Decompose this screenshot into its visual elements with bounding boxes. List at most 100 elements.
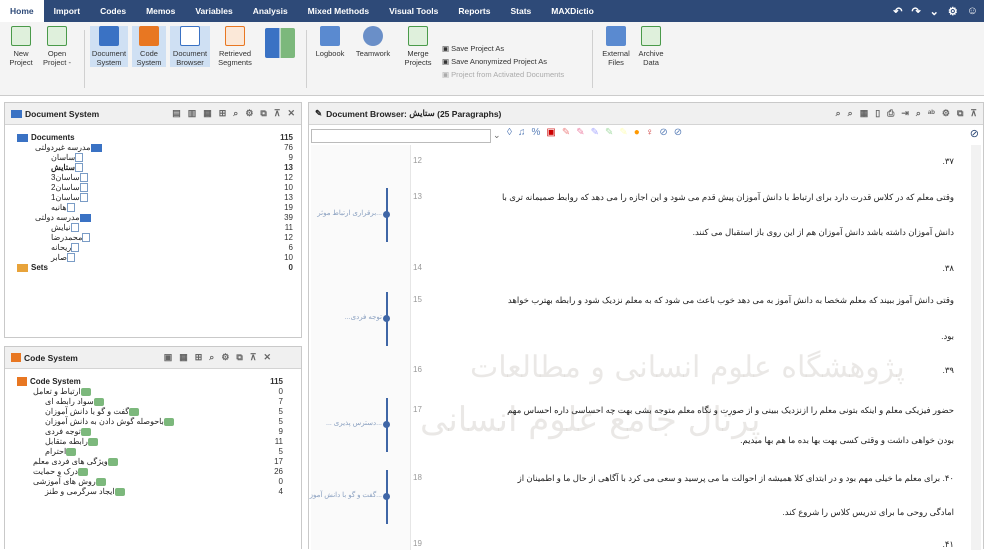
document-tree-row[interactable]: ستایش 13	[5, 163, 301, 173]
document-tree-row[interactable]: صابر 10	[5, 253, 301, 263]
document-tree-row[interactable]: هانیه 19	[5, 203, 301, 213]
save-project-as-button[interactable]: ▣ Save Project As	[442, 44, 504, 53]
search-icon[interactable]: ⌕	[916, 108, 921, 119]
highlighter-icon[interactable]: ✎	[562, 127, 576, 138]
pin-icon[interactable]: ⊼	[274, 108, 281, 119]
pin-icon[interactable]: ⊼	[250, 352, 257, 363]
document-browser-button[interactable]: Document Browser	[170, 26, 210, 67]
menu-tab-codes[interactable]: Codes	[90, 0, 136, 22]
emoticon-icon[interactable]: ●	[634, 127, 646, 138]
layout-grid-button[interactable]	[260, 28, 300, 61]
menu-tab-maxdictio[interactable]: MAXDictio	[541, 0, 604, 22]
menu-tab-stats[interactable]: Stats	[501, 0, 542, 22]
menu-tab-analysis[interactable]: Analysis	[243, 0, 298, 22]
document-text-line[interactable]: ۴۰. برای معلم ما خیلی مهم بود و در ابتدا…	[518, 473, 954, 484]
document-text-line[interactable]: وقتی معلم که در کلاس قدرت دارد برای ارتب…	[502, 192, 954, 203]
coding-marker[interactable]	[383, 211, 390, 218]
search-icon[interactable]: ⌕	[848, 108, 853, 119]
menu-tab-memos[interactable]: Memos	[136, 0, 185, 22]
new-project-button[interactable]: New Project	[4, 26, 38, 67]
close-icon[interactable]: ✕	[287, 108, 295, 119]
document-text-line[interactable]: حضور فیزیکی معلم و اینکه بتونی معلم را ا…	[507, 405, 954, 416]
code-dropdown[interactable]	[311, 129, 491, 143]
save-anonymized-button[interactable]: ▣ Save Anonymized Project As	[442, 57, 547, 66]
undock-icon[interactable]: ⧉	[236, 352, 242, 363]
in-vivo-icon[interactable]: ♫	[518, 127, 532, 138]
undock-icon[interactable]: ⧉	[957, 108, 963, 119]
menu-tab-home[interactable]: Home	[0, 0, 44, 22]
filter-icon[interactable]: ▦	[203, 108, 212, 119]
document-tree-row[interactable]: ساسان1 13	[5, 193, 301, 203]
search-icon[interactable]: ⌕	[233, 108, 238, 119]
code-tree-row[interactable]: ایجاد سرگرمی و طنز 4	[5, 487, 301, 497]
color-code-icon[interactable]: ▣	[546, 127, 561, 138]
document-system-button[interactable]: Document System	[90, 26, 128, 67]
code-system-button[interactable]: Code System	[132, 26, 166, 67]
document-text-line[interactable]: ۴۱.	[942, 539, 954, 550]
percent-icon[interactable]: %	[531, 127, 546, 138]
document-tree-row[interactable]: ساسان 9	[5, 153, 301, 163]
code-marker-icon[interactable]: ◊	[507, 127, 518, 138]
code-tree-row[interactable]: توجه فردی 9	[5, 427, 301, 437]
grid-icon[interactable]: ▦	[860, 108, 869, 119]
highlighter-icon[interactable]: ✎	[591, 127, 605, 138]
chevron-down-icon[interactable]: ⌄	[930, 5, 939, 18]
close-icon[interactable]: ✕	[263, 352, 271, 363]
teamwork-button[interactable]: Teamwork	[352, 26, 394, 58]
code-tree-row[interactable]: احترام 5	[5, 447, 301, 457]
code-icon[interactable]: ▣	[164, 352, 173, 363]
dropdown-arrow-icon[interactable]: ⌄	[493, 130, 501, 141]
spellcheck-icon[interactable]: ᵃᵇ	[928, 108, 935, 119]
document-tree-row[interactable]: Sets 0	[5, 263, 301, 275]
add-code-icon[interactable]: ⊞	[195, 352, 203, 363]
retrieved-segments-button[interactable]: Retrieved Segments	[214, 26, 256, 67]
code-tree-row[interactable]: گفت و گو با دانش آموزان 5	[5, 407, 301, 417]
document-tree-row[interactable]: ساسان3 12	[5, 173, 301, 183]
coding-marker[interactable]	[383, 421, 390, 428]
document-tree-row[interactable]: نیایش 11	[5, 223, 301, 233]
menu-tab-import[interactable]: Import	[44, 0, 90, 22]
archive-data-button[interactable]: Archive Data	[636, 26, 666, 67]
code-tree-row[interactable]: درک و حمایت 26	[5, 467, 301, 477]
menu-tab-visual-tools[interactable]: Visual Tools	[379, 0, 448, 22]
menu-tab-reports[interactable]: Reports	[448, 0, 500, 22]
link-icon[interactable]: ⊘	[659, 127, 673, 138]
copy-icon[interactable]: ▥	[188, 108, 197, 119]
menu-tab-mixed-methods[interactable]: Mixed Methods	[298, 0, 379, 22]
code-tree-row[interactable]: سواد رابطه ای 7	[5, 397, 301, 407]
gear-icon[interactable]: ⚙	[221, 352, 229, 363]
document-tree-row[interactable]: مدرسه دولتی 39	[5, 213, 301, 223]
symbol-icon[interactable]: ♀	[646, 127, 660, 138]
code-tree-row[interactable]: Code System 115	[5, 377, 301, 387]
undock-icon[interactable]: ⧉	[260, 108, 266, 119]
highlighter-icon[interactable]: ✎	[619, 127, 633, 138]
code-tree-row[interactable]: ویژگی های فردی معلم 17	[5, 457, 301, 467]
project-from-activated-button[interactable]: ▣ Project from Activated Documents	[442, 70, 564, 79]
scrollbar[interactable]	[971, 145, 981, 550]
document-text-line[interactable]: ۳۹.	[942, 365, 954, 376]
print-icon[interactable]: ⎙	[887, 108, 894, 119]
gear-icon[interactable]: ⚙	[948, 5, 958, 18]
merge-projects-button[interactable]: Merge Projects	[400, 26, 436, 67]
gear-icon[interactable]: ⚙	[245, 108, 253, 119]
document-tree-row[interactable]: محمدرضا 12	[5, 233, 301, 243]
activate-icon[interactable]: ▤	[172, 108, 181, 119]
document-tree-row[interactable]: مدرسه غیردولتی 76	[5, 143, 301, 153]
code-tree-row[interactable]: روش های آموزشی 0	[5, 477, 301, 487]
undo-icon[interactable]: ↶	[893, 5, 902, 18]
search-icon[interactable]: ⌕	[209, 352, 214, 363]
coding-marker[interactable]	[383, 493, 390, 500]
add-icon[interactable]: ⊞	[219, 108, 227, 119]
external-files-button[interactable]: External Files	[598, 26, 634, 67]
document-text-line[interactable]: وقتی دانش آموز ببیند که معلم شخصا به دان…	[508, 295, 954, 306]
document-text-line[interactable]: دانش آموزان داشته باشد دانش آموزان هم از…	[693, 227, 954, 238]
link-icon[interactable]: ⊘	[674, 127, 688, 138]
code-tree-row[interactable]: ارتباط و تعامل 0	[5, 387, 301, 397]
logbook-button[interactable]: Logbook	[312, 26, 348, 58]
coding-marker[interactable]	[383, 315, 390, 322]
search-icon[interactable]: ⌕	[836, 108, 841, 119]
menu-tab-variables[interactable]: Variables	[185, 0, 242, 22]
pin-icon[interactable]: ⊼	[970, 108, 977, 119]
smiley-icon[interactable]: ☺	[967, 5, 978, 17]
document-text-line[interactable]: بود.	[941, 331, 954, 342]
